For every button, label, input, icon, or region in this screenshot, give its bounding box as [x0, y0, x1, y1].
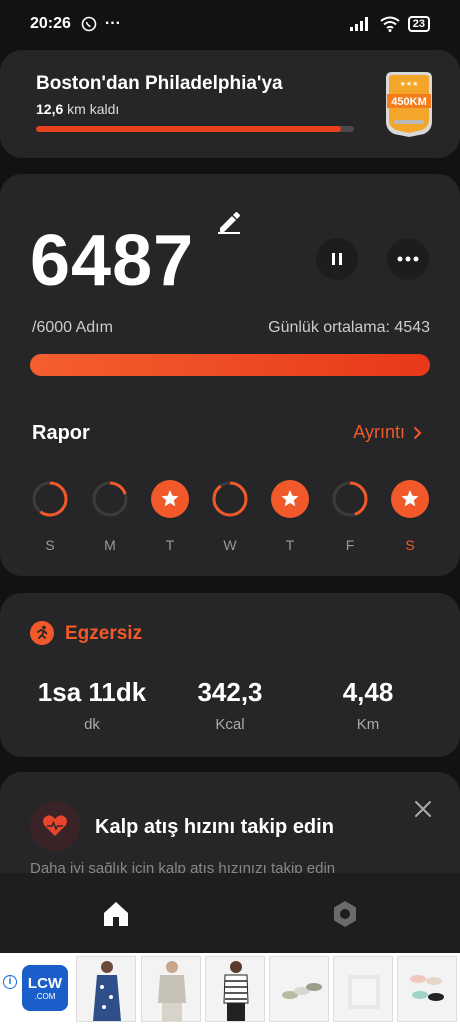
- medal-icon: 450KM ★★★: [386, 72, 432, 137]
- edit-icon[interactable]: [216, 208, 242, 234]
- day-label: S: [405, 537, 415, 553]
- ad-logo-big: LCW: [27, 975, 63, 992]
- day-6[interactable]: S: [390, 480, 430, 553]
- route-progress-fill: [36, 126, 342, 132]
- day-label: S: [45, 537, 55, 553]
- star-icon: [391, 480, 429, 518]
- day-progress-ring: [332, 481, 368, 517]
- exercise-duration-value: 1sa 11dk: [37, 677, 147, 707]
- medal-label: 450KM: [391, 96, 426, 108]
- day-label: W: [223, 537, 237, 553]
- day-label: T: [165, 537, 175, 553]
- wifi-icon: [380, 16, 400, 32]
- report-details-link[interactable]: Ayrıntı: [353, 422, 422, 443]
- route-title: Boston'dan Philadelphia'ya: [36, 73, 283, 94]
- report-details-label: Ayrıntı: [353, 422, 405, 442]
- home-icon[interactable]: [101, 899, 131, 929]
- chevron-right-icon: [413, 426, 422, 439]
- heart-icon: [30, 801, 80, 851]
- close-icon[interactable]: [412, 798, 434, 820]
- steps-card: 6487 /6000 Adım Günlük ortalama: 4543 Ra…: [0, 174, 460, 576]
- ad-product-image[interactable]: [269, 956, 329, 1022]
- ad-product-image[interactable]: [205, 956, 265, 1022]
- more-icon: [397, 256, 419, 262]
- exercise-calories: 342,3 Kcal: [160, 677, 300, 733]
- heart-rate-title: Kalp atış hızını takip edin: [95, 816, 334, 838]
- steps-count: 6487: [30, 221, 195, 301]
- ad-logo[interactable]: LCW .COM: [22, 965, 68, 1011]
- pause-icon: [332, 253, 342, 265]
- route-progress-bar: [36, 126, 354, 132]
- more-notifications-icon: ···: [104, 15, 121, 32]
- day-5[interactable]: F: [330, 480, 370, 553]
- info-icon[interactable]: i: [3, 975, 17, 989]
- pause-button[interactable]: [316, 238, 358, 280]
- day-label: F: [345, 537, 355, 553]
- steps-progress-bar: [30, 354, 430, 376]
- day-progress-ring: [212, 481, 248, 517]
- day-0[interactable]: S: [30, 480, 70, 553]
- report-title: Rapor: [32, 422, 90, 444]
- day-2[interactable]: T: [150, 480, 190, 553]
- exercise-title: Egzersiz: [65, 623, 143, 644]
- exercise-calories-unit: Kcal: [215, 716, 245, 733]
- ad-product-image[interactable]: [333, 956, 393, 1022]
- ad-banner[interactable]: i LCW .COM: [0, 953, 460, 1024]
- settings-icon[interactable]: [330, 899, 360, 929]
- status-bar: 20:26 ··· 23: [0, 0, 460, 48]
- weekly-report: SMTWTFS: [30, 480, 430, 553]
- day-3[interactable]: W: [210, 480, 250, 553]
- route-challenge-card[interactable]: Boston'dan Philadelphia'ya 12,6 km kaldı…: [0, 50, 460, 158]
- more-options-button[interactable]: [387, 238, 429, 280]
- exercise-distance-value: 4,48: [342, 677, 394, 707]
- status-time: 20:26: [30, 15, 71, 32]
- exercise-distance-unit: Km: [356, 716, 380, 733]
- route-remaining-value: 12,6: [36, 101, 64, 117]
- exercise-duration: 1sa 11dk dk: [22, 677, 162, 733]
- ad-product-image[interactable]: [141, 956, 201, 1022]
- whatsapp-icon: [81, 16, 97, 32]
- svg-text:★★★: ★★★: [400, 80, 419, 88]
- ad-product-image[interactable]: [397, 956, 457, 1022]
- star-icon: [271, 480, 309, 518]
- bottom-navigation: [0, 873, 460, 953]
- day-4[interactable]: T: [270, 480, 310, 553]
- exercise-duration-unit: dk: [84, 716, 100, 733]
- day-label: T: [285, 537, 295, 553]
- exercise-card[interactable]: Egzersiz 1sa 11dk dk 342,3 Kcal 4,48 Km: [0, 593, 460, 757]
- exercise-calories-value: 342,3: [197, 677, 263, 707]
- route-remaining: 12,6 km kaldı: [36, 101, 119, 117]
- ad-logo-small: .COM: [34, 992, 56, 1001]
- route-remaining-suffix: km kaldı: [67, 101, 120, 117]
- day-progress-ring: [32, 481, 68, 517]
- day-1[interactable]: M: [90, 480, 130, 553]
- day-label: M: [104, 537, 116, 553]
- battery-icon: 23: [407, 16, 430, 32]
- ad-product-image[interactable]: [76, 956, 136, 1022]
- star-icon: [151, 480, 189, 518]
- exercise-distance: 4,48 Km: [298, 677, 438, 733]
- daily-average: Günlük ortalama: 4543: [268, 319, 430, 336]
- day-progress-ring: [92, 481, 128, 517]
- run-icon: [30, 621, 54, 645]
- steps-goal: /6000 Adım: [32, 319, 113, 336]
- signal-icon: [349, 17, 368, 31]
